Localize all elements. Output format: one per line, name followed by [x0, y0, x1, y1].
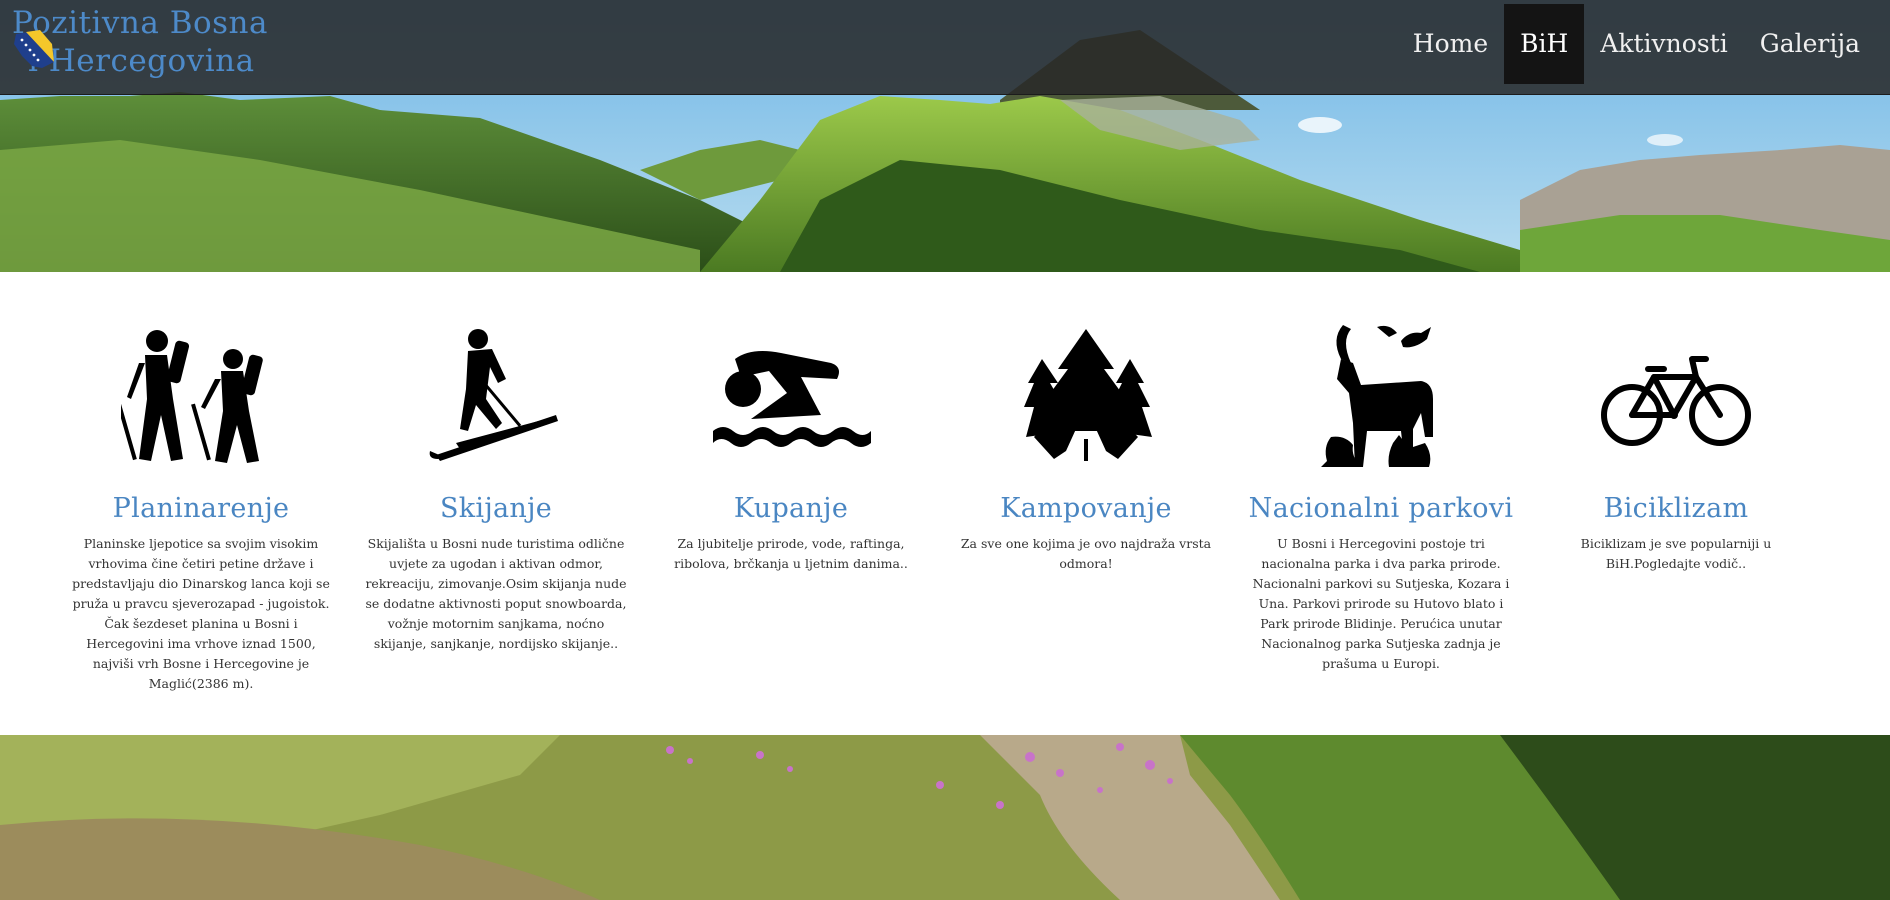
skier-icon	[429, 329, 558, 461]
nav-item-aktivnosti[interactable]: Aktivnosti	[1584, 4, 1743, 84]
feature-description: Planinske ljepotice sa svojim visokim vr…	[72, 536, 330, 691]
feature-description: Skijališta u Bosni nude turistima odličn…	[365, 536, 627, 651]
feature-nacionalni-parkovi: Nacionalni parkovi U Bosni i Hercegovini…	[1241, 272, 1521, 674]
swimmer-icon	[713, 351, 871, 447]
nav-item-galerija[interactable]: Galerija	[1744, 4, 1876, 84]
main-nav: Home BiH Aktivnosti Galerija	[1397, 4, 1876, 84]
wildlife-icon	[1321, 325, 1433, 467]
feature-title[interactable]: Kupanje	[651, 493, 931, 524]
bih-map-flag-icon	[14, 30, 54, 68]
nav-item-bih[interactable]: BiH	[1504, 4, 1585, 84]
feature-description: U Bosni i Hercegovini postoje tri nacion…	[1252, 536, 1510, 671]
tent-trees-icon	[1024, 329, 1152, 461]
feature-description: Za ljubitelje prirode, vode, raftinga, r…	[674, 536, 908, 571]
feature-kupanje: Kupanje Za ljubitelje prirode, vode, raf…	[651, 272, 931, 574]
hero-banner: Pozitivna Bosna i Hercegovina Home BiH A…	[0, 0, 1890, 272]
feature-planinarenje: Planinarenje Planinske ljepotice sa svoj…	[61, 272, 341, 694]
feature-title[interactable]: Skijanje	[356, 493, 636, 524]
trail-background-image	[0, 735, 1890, 900]
feature-title[interactable]: Nacionalni parkovi	[1241, 493, 1521, 524]
hikers-icon	[121, 330, 263, 463]
feature-biciklizam: Biciklizam Biciklizam je sve popularniji…	[1536, 272, 1816, 574]
bicycle-icon	[1601, 356, 1751, 446]
feature-title[interactable]: Planinarenje	[61, 493, 341, 524]
feature-kampovanje: Kampovanje Za sve one kojima je ovo najd…	[946, 272, 1226, 574]
mountain-trail-image	[0, 735, 1890, 900]
brand[interactable]: Pozitivna Bosna i Hercegovina	[12, 4, 268, 80]
navbar: Pozitivna Bosna i Hercegovina Home BiH A…	[0, 0, 1890, 95]
feature-description: Biciklizam je sve popularniji u BiH.Pogl…	[1580, 536, 1772, 571]
feature-skijanje: Skijanje Skijališta u Bosni nude turisti…	[356, 272, 636, 654]
feature-title[interactable]: Biciklizam	[1536, 493, 1816, 524]
feature-description: Za sve one kojima je ovo najdraža vrsta …	[960, 536, 1212, 571]
nav-item-home[interactable]: Home	[1397, 4, 1504, 84]
activities-section: Planinarenje Planinske ljepotice sa svoj…	[0, 272, 1890, 735]
feature-title[interactable]: Kampovanje	[946, 493, 1226, 524]
